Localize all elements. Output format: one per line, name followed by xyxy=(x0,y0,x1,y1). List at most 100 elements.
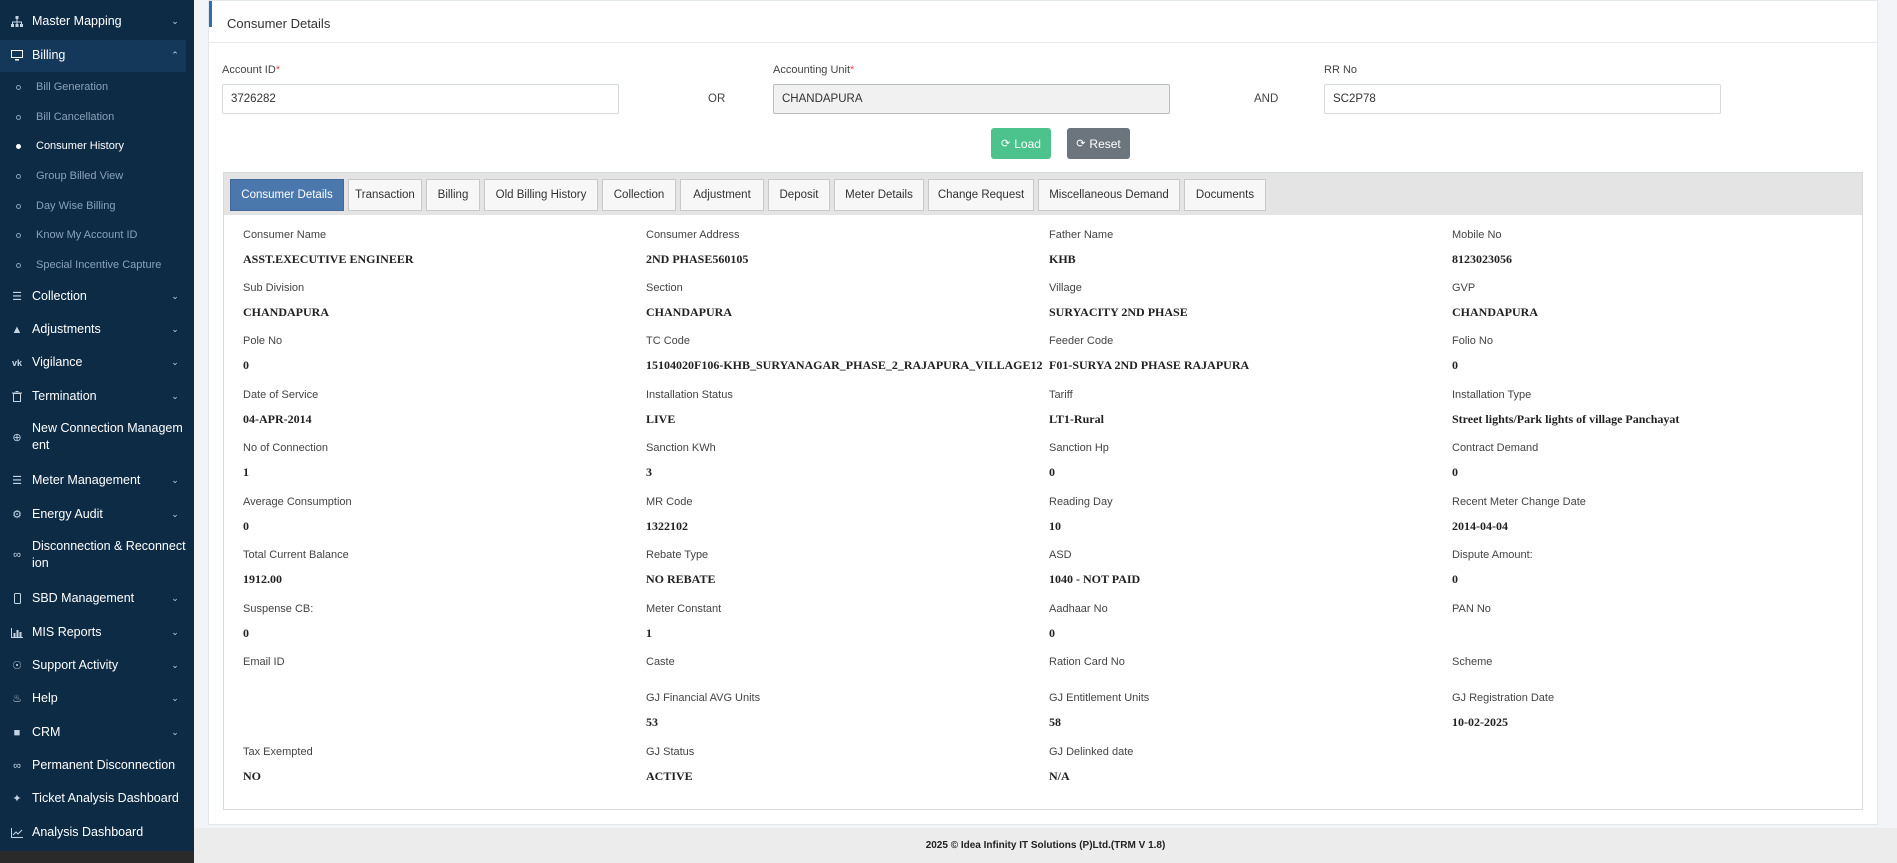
sidebar-item-master-mapping[interactable]: Master Mapping ⌄ xyxy=(0,13,186,30)
line-chart-icon xyxy=(10,827,24,839)
chevron-down-icon: ⌄ xyxy=(171,391,179,401)
plus-circle-icon: ⊕ xyxy=(12,431,22,444)
cogs-icon: ⚙ xyxy=(12,509,22,521)
tab-meter-details[interactable]: Meter Details xyxy=(834,179,924,211)
sidebar-item-crm[interactable]: ■ CRM ⌄ xyxy=(0,724,186,741)
sidebar-item-energy-audit[interactable]: ⚙ Energy Audit ⌄ xyxy=(0,506,186,523)
sidebar: Master Mapping ⌄ Billing ⌃ Bill Generati… xyxy=(0,0,194,863)
reset-button[interactable]: ⟳ Reset xyxy=(1067,128,1130,159)
circle-icon xyxy=(16,173,21,179)
detail-value: 0 xyxy=(243,519,249,533)
load-button[interactable]: ⟳ Load xyxy=(991,128,1051,159)
detail-label: GJ Delinked date xyxy=(1049,746,1134,758)
detail-value: 1912.00 xyxy=(243,572,282,586)
tab-consumer-details[interactable]: Consumer Details xyxy=(230,179,344,211)
chevron-down-icon: ⌄ xyxy=(171,291,179,301)
tabs-panel: Consumer Details Transaction Billing Old… xyxy=(223,172,1863,810)
detail-label: TC Code xyxy=(646,335,691,347)
sidebar-item-ticket-analysis-dashboard[interactable]: ✦ Ticket Analysis Dashboard xyxy=(0,790,186,807)
sidebar-item-label: Energy Audit xyxy=(32,507,103,521)
sidebar-item-new-connection-management[interactable]: ⊕ New Connection Management xyxy=(0,420,186,454)
sidebar-item-termination[interactable]: Termination ⌄ xyxy=(0,388,186,405)
sidebar-item-label: Termination xyxy=(32,389,97,403)
circle-icon xyxy=(16,262,21,268)
circle-icon xyxy=(16,203,21,209)
detail-value: 1 xyxy=(646,626,652,640)
detail-label: No of Connection xyxy=(243,442,328,454)
or-separator: OR xyxy=(708,93,726,105)
detail-value: 0 xyxy=(243,626,249,640)
sidebar-subitem-know-my-account-id[interactable]: Know My Account ID xyxy=(0,225,186,245)
detail-label: Consumer Address xyxy=(646,229,740,241)
page-title: Consumer Details xyxy=(227,16,331,31)
detail-value: LT1-Rural xyxy=(1049,412,1104,426)
required-mark: * xyxy=(275,64,281,76)
detail-label: ASD xyxy=(1049,549,1072,561)
tab-collection[interactable]: Collection xyxy=(602,179,676,211)
tab-billing[interactable]: Billing xyxy=(426,179,480,211)
sidebar-item-permanent-disconnection[interactable]: ∞ Permanent Disconnection xyxy=(0,757,186,774)
detail-value: 2014-04-04 xyxy=(1452,519,1508,533)
sidebar-item-label: Permanent Disconnection xyxy=(32,758,176,772)
detail-value: 0 xyxy=(243,358,249,372)
subitem-label: Day Wise Billing xyxy=(36,200,116,212)
tab-adjustment[interactable]: Adjustment xyxy=(680,179,764,211)
accounting-unit-label: Accounting Unit* xyxy=(773,64,854,76)
sidebar-item-sbd-management[interactable]: SBD Management ⌄ xyxy=(0,590,186,607)
account-id-input[interactable] xyxy=(222,84,619,114)
tab-miscellaneous-demand[interactable]: Miscellaneous Demand xyxy=(1038,179,1180,211)
sidebar-item-disconnection-reconnection[interactable]: ∞ Disconnection & Reconnection xyxy=(0,538,186,572)
circle-icon xyxy=(16,114,21,120)
detail-label: Date of Service xyxy=(243,389,319,401)
account-id-label: Account ID* xyxy=(222,64,280,76)
sidebar-subitem-special-incentive-capture[interactable]: Special Incentive Capture xyxy=(0,255,186,275)
chain-icon: ∞ xyxy=(13,549,21,561)
detail-label: Dispute Amount: xyxy=(1452,549,1533,561)
sidebar-item-billing[interactable]: Billing ⌃ xyxy=(0,47,186,64)
tab-old-billing-history[interactable]: Old Billing History xyxy=(484,179,598,211)
sidebar-item-meter-management[interactable]: ☰ Meter Management ⌄ xyxy=(0,472,186,489)
detail-value: ASST.EXECUTIVE ENGINEER xyxy=(243,252,414,266)
tab-transaction[interactable]: Transaction xyxy=(348,179,422,211)
accounting-unit-select[interactable] xyxy=(773,84,1170,114)
detail-label: Mobile No xyxy=(1452,229,1502,241)
sidebar-item-help[interactable]: ♨ Help ⌄ xyxy=(0,690,186,707)
chevron-down-icon: ⌄ xyxy=(171,627,179,637)
sidebar-subitem-consumer-history[interactable]: Consumer History xyxy=(0,136,186,156)
sidebar-item-support-activity[interactable]: ☉ Support Activity ⌄ xyxy=(0,657,186,674)
sidebar-item-mis-reports[interactable]: MIS Reports ⌄ xyxy=(0,624,186,641)
sidebar-subitem-group-billed-view[interactable]: Group Billed View xyxy=(0,166,186,186)
detail-value: 0 xyxy=(1049,465,1055,479)
subitem-label: Group Billed View xyxy=(36,170,124,182)
chevron-down-icon: ⌄ xyxy=(171,727,179,737)
detail-value: 15104020F106-KHB_SURYANAGAR_PHASE_2_RAJA… xyxy=(646,358,1043,372)
detail-value: Street lights/Park lights of village Pan… xyxy=(1452,412,1680,426)
sidebar-item-collection[interactable]: ☰ Collection ⌄ xyxy=(0,288,186,305)
chevron-down-icon: ⌄ xyxy=(171,357,179,367)
sidebar-item-analysis-dashboard[interactable]: Analysis Dashboard xyxy=(0,824,186,841)
detail-label: PAN No xyxy=(1452,603,1491,615)
sidebar-item-label: Adjustments xyxy=(32,322,101,336)
detail-label: MR Code xyxy=(646,496,693,508)
sidebar-subitem-bill-cancellation[interactable]: Bill Cancellation xyxy=(0,107,186,127)
sidebar-subitem-bill-generation[interactable]: Bill Generation xyxy=(0,77,186,97)
tab-change-request[interactable]: Change Request xyxy=(928,179,1034,211)
subitem-label: Bill Cancellation xyxy=(36,111,115,123)
rr-no-input[interactable] xyxy=(1324,84,1721,114)
headset-icon: ☉ xyxy=(12,660,22,672)
sidebar-subitem-day-wise-billing[interactable]: Day Wise Billing xyxy=(0,196,186,216)
sidebar-item-vigilance[interactable]: vk Vigilance ⌄ xyxy=(0,354,186,371)
load-button-label: Load xyxy=(1014,136,1041,151)
detail-label: Email ID xyxy=(243,656,285,668)
sidebar-item-adjustments[interactable]: ▲ Adjustments ⌄ xyxy=(0,321,186,338)
sidebar-item-label: Ticket Analysis Dashboard xyxy=(32,791,179,805)
and-separator: AND xyxy=(1254,93,1279,105)
list-icon: ☰ xyxy=(12,291,22,303)
tab-deposit[interactable]: Deposit xyxy=(768,179,830,211)
detail-value: NO xyxy=(243,769,261,783)
sidebar-item-label: SBD Management xyxy=(32,591,135,605)
detail-value: 10 xyxy=(1049,519,1061,533)
detail-label: Contract Demand xyxy=(1452,442,1539,454)
tab-documents[interactable]: Documents xyxy=(1184,179,1266,211)
detail-value: N/A xyxy=(1049,769,1070,783)
